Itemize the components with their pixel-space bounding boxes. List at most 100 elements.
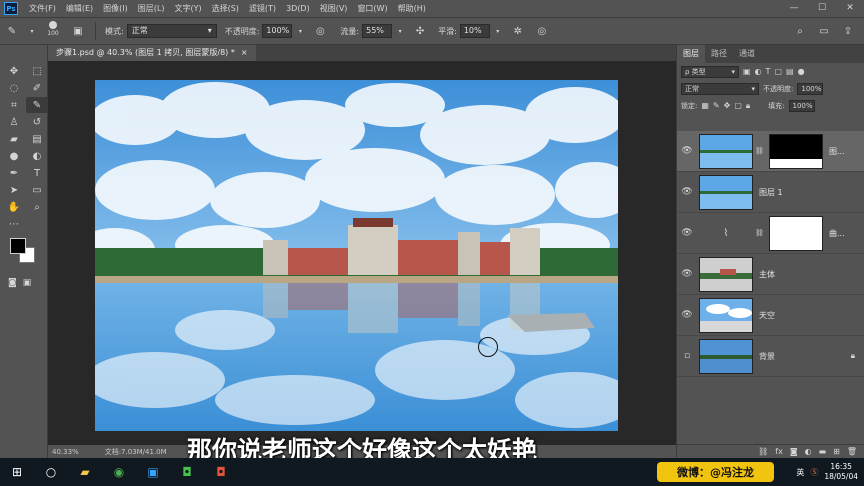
minimize-button[interactable]: — (780, 0, 808, 17)
camtasia-icon[interactable]: ◘ (170, 458, 204, 486)
menu-type[interactable]: 文字(Y) (169, 0, 206, 17)
mode-select[interactable]: 正常 ▾ (126, 24, 217, 38)
fill-field[interactable]: 100% (788, 99, 815, 112)
layer-row-subject[interactable]: 👁︎ 主体 (677, 254, 864, 295)
chevron-down-icon[interactable]: ▾ (494, 23, 502, 39)
filter-type-icon[interactable]: T (766, 67, 771, 76)
move-tool-icon[interactable]: ✥ (3, 63, 25, 79)
screen-mode-icon[interactable]: ▣ (23, 278, 32, 288)
brush-settings-icon[interactable]: ▣ (70, 23, 86, 39)
menu-file[interactable]: 文件(F) (24, 0, 61, 17)
recorder-icon[interactable]: ◘ (204, 458, 238, 486)
clone-stamp-tool-icon[interactable]: ♙ (3, 114, 25, 130)
quick-mask-icon[interactable]: ◙ (8, 278, 17, 288)
blur-tool-icon[interactable]: ● (3, 148, 25, 164)
more-tools-icon[interactable]: ⋯ (3, 216, 25, 232)
canvas-image[interactable] (95, 80, 618, 431)
link-icon[interactable]: ⛓︎ (755, 229, 764, 237)
filter-toggle-icon[interactable]: ● (798, 67, 805, 76)
brush-preset-picker[interactable]: 100 (44, 21, 62, 41)
photoshop-taskbar-icon[interactable]: ▣ (136, 458, 170, 486)
layer-mask-thumbnail[interactable] (769, 133, 823, 169)
history-brush-tool-icon[interactable]: ↺ (26, 114, 48, 130)
eye-icon[interactable]: 👁︎ (677, 228, 697, 238)
adjustment-layer-icon[interactable]: ◐ (805, 447, 812, 456)
tab-layers[interactable]: 图层 (677, 45, 705, 63)
opacity-field[interactable]: 100% (262, 24, 293, 38)
chevron-down-icon[interactable]: ▾ (28, 23, 36, 39)
canvas-area[interactable] (48, 61, 676, 445)
layer-row-copy[interactable]: 👁︎ ⛓︎ 图... (677, 131, 864, 172)
link-icon[interactable]: ⛓︎ (755, 147, 764, 155)
close-button[interactable]: ✕ (836, 0, 864, 17)
layer-row-background[interactable]: ▫ 背景 🔒︎ (677, 336, 864, 377)
sogou-input-icon[interactable]: Ⓢ (810, 467, 818, 478)
menu-window[interactable]: 窗口(W) (352, 0, 392, 17)
path-select-tool-icon[interactable]: ➤ (3, 182, 25, 198)
type-tool-icon[interactable]: T (26, 165, 48, 181)
clock[interactable]: 16:35 18/05/04 (824, 462, 858, 482)
gradient-tool-icon[interactable]: ▤ (26, 131, 48, 147)
lasso-tool-icon[interactable]: ◌ (3, 80, 25, 96)
maximize-button[interactable]: ☐ (808, 0, 836, 17)
crop-tool-icon[interactable]: ⌗ (3, 97, 25, 113)
new-layer-icon[interactable]: ⊞ (833, 447, 840, 456)
chevron-down-icon[interactable]: ▾ (296, 23, 304, 39)
menu-edit[interactable]: 编辑(E) (61, 0, 98, 17)
layer-row-sky[interactable]: 👁︎ 天空 (677, 295, 864, 336)
layer-kind-filter[interactable]: ρ 类型 ▾ (681, 65, 739, 78)
brush-tool-icon[interactable]: ✎ (4, 23, 20, 39)
layer-mask-thumbnail[interactable] (769, 215, 823, 251)
pen-tool-icon[interactable]: ✒ (3, 165, 25, 181)
flow-field[interactable]: 55% (362, 24, 393, 38)
document-tab[interactable]: 步骤1.psd @ 40.3% (图层 1 拷贝, 图层蒙版/8) * × (48, 45, 256, 61)
menu-view[interactable]: 视图(V) (315, 0, 353, 17)
airbrush-icon[interactable]: ✣ (412, 23, 428, 39)
marquee-tool-icon[interactable]: ⬚ (26, 63, 48, 79)
file-explorer-icon[interactable]: ▰ (68, 458, 102, 486)
pressure-size-icon[interactable]: ◎ (534, 23, 550, 39)
lock-all-icon[interactable]: 🔒︎ (746, 101, 750, 111)
layer-row-1[interactable]: 👁︎ 图层 1 (677, 172, 864, 213)
foreground-color-swatch[interactable] (10, 238, 26, 254)
windows-start-icon[interactable]: ⊞ (0, 458, 34, 486)
eye-icon[interactable]: 👁︎ (677, 269, 697, 279)
gear-icon[interactable]: ✲ (510, 23, 526, 39)
menu-help[interactable]: 帮助(H) (393, 0, 431, 17)
lock-transparent-icon[interactable]: ▦ (701, 101, 709, 110)
tab-channels[interactable]: 通道 (733, 45, 761, 63)
tab-paths[interactable]: 路径 (705, 45, 733, 63)
search-icon[interactable]: ⌕ (792, 23, 808, 39)
add-mask-icon[interactable]: ◙ (790, 447, 798, 456)
close-icon[interactable]: × (241, 45, 248, 61)
filter-pixel-icon[interactable]: ▣ (743, 67, 751, 76)
lock-artboard-icon[interactable]: ▢ (734, 101, 742, 110)
menu-filter[interactable]: 滤镜(T) (244, 0, 281, 17)
shape-tool-icon[interactable]: ▭ (26, 182, 48, 198)
workspace-icon[interactable]: ▭ (816, 23, 832, 39)
layer-row-curves[interactable]: 👁︎ ⌇ ⛓︎ 曲... (677, 213, 864, 254)
lock-position-icon[interactable]: ✥ (724, 101, 731, 110)
eraser-tool-icon[interactable]: ▰ (3, 131, 25, 147)
blend-mode-select[interactable]: 正常 ▾ (681, 82, 759, 95)
chevron-down-icon[interactable]: ▾ (396, 23, 404, 39)
cortana-icon[interactable]: ○ (34, 458, 68, 486)
quick-select-tool-icon[interactable]: ✐ (26, 80, 48, 96)
menu-select[interactable]: 选择(S) (207, 0, 244, 17)
zoom-tool-icon[interactable]: ⌕ (26, 199, 48, 215)
lock-image-icon[interactable]: ✎ (713, 101, 720, 110)
share-icon[interactable]: ⇪ (840, 23, 856, 39)
smoothing-field[interactable]: 10% (459, 24, 490, 38)
group-icon[interactable]: ▬ (819, 447, 827, 456)
dodge-tool-icon[interactable]: ◐ (26, 148, 48, 164)
hand-tool-icon[interactable]: ✋ (3, 199, 25, 215)
fx-icon[interactable]: fx (775, 447, 783, 456)
link-layers-icon[interactable]: ⛓︎ (758, 447, 768, 456)
eye-icon[interactable]: 👁︎ (677, 187, 697, 197)
menu-layer[interactable]: 图层(L) (133, 0, 170, 17)
eye-icon[interactable]: 👁︎ (677, 146, 697, 156)
visibility-toggle-empty[interactable]: ▫ (677, 351, 697, 361)
brush-tool-icon[interactable]: ✎ (26, 97, 48, 113)
browser-icon[interactable]: ◉ (102, 458, 136, 486)
menu-image[interactable]: 图像(I) (98, 0, 133, 17)
